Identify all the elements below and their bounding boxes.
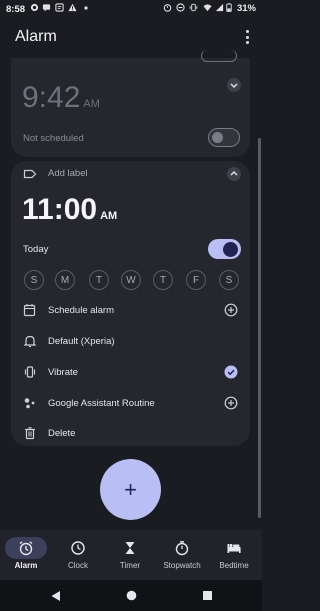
- vibrate-label: Vibrate: [48, 367, 78, 378]
- scrollbar[interactable]: [258, 138, 261, 518]
- collapse-expand-icon[interactable]: [227, 78, 241, 92]
- message-icon: [42, 4, 51, 12]
- add-circle-icon[interactable]: [224, 396, 238, 410]
- collapse-icon[interactable]: [227, 167, 241, 181]
- signal-icon: [215, 3, 224, 12]
- vibrate-row[interactable]: Vibrate: [11, 361, 250, 383]
- alarm-2-day-text: Today: [23, 244, 49, 255]
- vibrate-status-icon: [189, 3, 198, 12]
- battery-icon: [226, 3, 232, 12]
- nav-alarm-label: Alarm: [14, 561, 38, 570]
- clock-icon: [71, 541, 85, 555]
- trash-icon: [25, 427, 35, 440]
- previous-toggle-edge: [201, 50, 237, 62]
- day-thursday[interactable]: T: [153, 270, 173, 290]
- calendar-icon: [23, 304, 36, 317]
- add-label-button[interactable]: Add label: [48, 168, 88, 179]
- bell-icon: [23, 335, 37, 348]
- news-icon: [55, 3, 64, 12]
- assistant-routine-row[interactable]: Google Assistant Routine: [11, 392, 250, 414]
- day-monday[interactable]: M: [55, 270, 75, 290]
- alarm-1-time[interactable]: 9:42 AM: [22, 81, 100, 115]
- nav-clock-label: Clock: [67, 561, 88, 570]
- nav-bedtime[interactable]: Bedtime: [208, 530, 260, 580]
- back-icon[interactable]: [50, 590, 61, 602]
- nav-alarm[interactable]: Alarm: [0, 530, 52, 580]
- page-title: Alarm: [15, 28, 57, 45]
- nav-timer[interactable]: Timer: [104, 530, 156, 580]
- alarm-1-toggle[interactable]: [208, 128, 240, 147]
- more-options-icon[interactable]: [243, 30, 251, 44]
- label-icon: [23, 169, 37, 179]
- battery-percent: 31%: [236, 3, 256, 14]
- add-circle-icon[interactable]: [224, 303, 238, 317]
- alarm-status-icon: [163, 4, 172, 12]
- alarm-icon: [19, 541, 33, 556]
- alarm-2-time[interactable]: 11:00 AM: [22, 193, 117, 227]
- assistant-icon: [24, 398, 35, 409]
- alarm-1-schedule: Not scheduled: [23, 133, 84, 144]
- bed-icon: [227, 543, 241, 553]
- schedule-alarm-label: Schedule alarm: [48, 305, 115, 316]
- plus-icon: +: [124, 476, 137, 502]
- alarm-2-toggle[interactable]: [208, 239, 241, 259]
- dnd-icon: [176, 3, 185, 12]
- home-icon[interactable]: [126, 590, 137, 601]
- day-saturday[interactable]: S: [219, 270, 239, 290]
- day-wednesday[interactable]: W: [121, 270, 141, 290]
- status-bar: 8:58 31%: [0, 0, 262, 18]
- add-alarm-button[interactable]: +: [100, 459, 161, 520]
- notification-icon: [30, 3, 39, 12]
- bottom-nav: Alarm Clock Timer Stopwatch Bedtime: [0, 530, 262, 580]
- schedule-alarm-row[interactable]: Schedule alarm: [11, 299, 250, 321]
- day-sunday[interactable]: S: [24, 270, 44, 290]
- system-nav-bar: [0, 580, 262, 611]
- nav-stopwatch[interactable]: Stopwatch: [156, 530, 208, 580]
- delete-row[interactable]: Delete: [11, 422, 250, 444]
- warning-icon: [68, 3, 77, 12]
- ringtone-row[interactable]: Default (Xperia): [11, 330, 250, 352]
- assistant-routine-label: Google Assistant Routine: [48, 398, 155, 409]
- nav-clock[interactable]: Clock: [52, 530, 104, 580]
- hourglass-icon: [125, 542, 135, 554]
- dot-icon: [84, 6, 88, 10]
- recents-icon[interactable]: [202, 590, 213, 601]
- delete-label: Delete: [48, 428, 76, 439]
- ringtone-label: Default (Xperia): [48, 336, 115, 347]
- day-friday[interactable]: F: [186, 270, 206, 290]
- status-time: 8:58: [6, 4, 26, 15]
- nav-timer-label: Timer: [119, 561, 141, 570]
- nav-bedtime-label: Bedtime: [219, 561, 249, 570]
- vibrate-icon: [24, 366, 36, 378]
- nav-stopwatch-label: Stopwatch: [163, 561, 201, 570]
- day-tuesday[interactable]: T: [89, 270, 109, 290]
- checkmark-icon[interactable]: [224, 365, 238, 379]
- stopwatch-icon: [175, 541, 189, 556]
- wifi-icon: [203, 4, 212, 12]
